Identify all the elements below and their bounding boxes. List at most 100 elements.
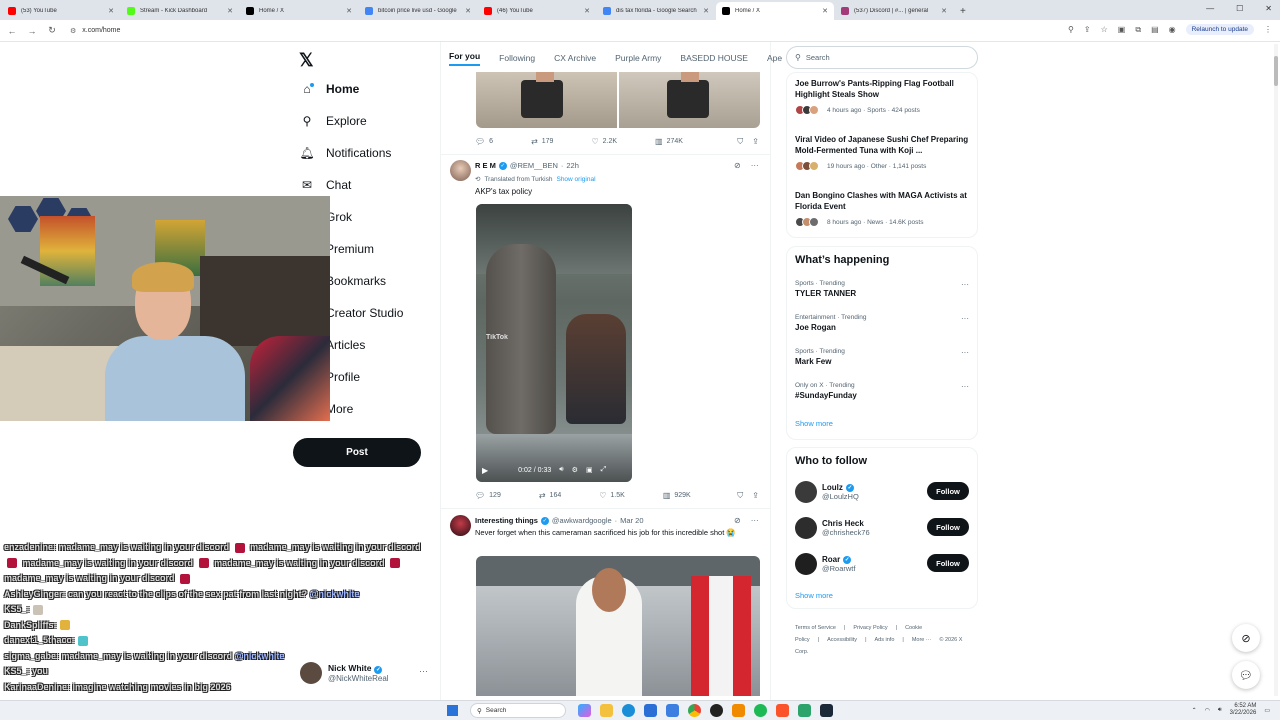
author-name[interactable]: R E M: [475, 161, 496, 170]
show-more-follow[interactable]: Show more: [795, 591, 833, 600]
footer-link[interactable]: Accessibility: [827, 637, 857, 643]
post-button[interactable]: Post: [293, 438, 421, 467]
mail-icon[interactable]: [666, 704, 679, 717]
follow-suggestion[interactable]: Loulz ✓ @LoulzHQ Follow: [795, 479, 973, 505]
browser-tab[interactable]: Stream - Kick Dashboard ✕: [121, 2, 239, 20]
reply-button[interactable]: 💬︎ 129: [475, 491, 501, 500]
trend-item[interactable]: Sports · Trending Mark Few ···: [795, 348, 969, 366]
minimize-icon[interactable]: —: [1206, 4, 1214, 13]
more-icon[interactable]: ···: [961, 348, 969, 357]
obs-icon[interactable]: [710, 704, 723, 717]
news-item[interactable]: Viral Video of Japanese Sushi Chef Prepa…: [795, 134, 975, 171]
tab-purple-army[interactable]: Purple Army: [615, 53, 661, 63]
news-item[interactable]: Joe Burrow's Pants-Ripping Flag Football…: [795, 78, 975, 115]
footer-link[interactable]: Terms of Service: [795, 625, 836, 631]
tweet-video[interactable]: TikTok: [476, 204, 632, 482]
file-explorer-icon[interactable]: [600, 704, 613, 717]
trend-item[interactable]: Only on X · Trending #SundayFunday ···: [795, 382, 969, 400]
trend-item[interactable]: Sports · Trending TYLER TANNER ···: [795, 280, 969, 298]
tab-basedd-house[interactable]: BASEDD HOUSE: [680, 53, 748, 63]
nav-item-explore[interactable]: ⚲ Explore: [300, 114, 367, 128]
tweet-image-left[interactable]: [476, 72, 617, 128]
tab-search-icon[interactable]: ⧉: [1135, 25, 1141, 35]
tab-close-icon[interactable]: ✕: [346, 7, 352, 15]
like-button[interactable]: ♡ 2.2K: [591, 137, 617, 146]
scrollbar[interactable]: [1274, 44, 1278, 696]
more-icon[interactable]: ···: [751, 516, 759, 525]
browser-tab[interactable]: Home / X ✕: [240, 2, 358, 20]
forward-icon[interactable]: →: [24, 26, 40, 36]
repost-button[interactable]: ⇄ 179: [531, 137, 553, 146]
volume-icon[interactable]: 🔊︎: [1218, 707, 1222, 714]
app-icon[interactable]: [798, 704, 811, 717]
tab-following[interactable]: Following: [499, 53, 535, 63]
grok-fab[interactable]: ⊘: [1232, 624, 1260, 652]
tab-close-icon[interactable]: ✕: [822, 7, 828, 15]
like-button[interactable]: ♡ 1.5K: [599, 491, 625, 500]
fullscreen-icon[interactable]: ⤢: [601, 466, 607, 474]
chrome-icon[interactable]: [688, 704, 701, 717]
follow-suggestion[interactable]: Chris Heck @chrisheck76 Follow: [795, 515, 973, 541]
tab-close-icon[interactable]: ✕: [108, 7, 114, 15]
more-icon[interactable]: ···: [961, 314, 969, 323]
wifi-icon[interactable]: ◠: [1205, 707, 1210, 714]
tab-close-icon[interactable]: ✕: [227, 7, 233, 15]
repost-button[interactable]: ⇄ 164: [539, 491, 561, 500]
footer-link[interactable]: More ···: [912, 637, 932, 643]
share-icon[interactable]: ⇪: [752, 137, 759, 147]
nav-item-chat[interactable]: ✉ Chat: [300, 178, 351, 192]
news-item[interactable]: Dan Bongino Clashes with MAGA Activists …: [795, 190, 975, 227]
more-icon[interactable]: ···: [961, 382, 969, 391]
footer-link[interactable]: Privacy Policy: [853, 625, 887, 631]
tab-close-icon[interactable]: ✕: [941, 7, 947, 15]
back-icon[interactable]: ←: [4, 26, 20, 36]
author-name[interactable]: Interesting things: [475, 516, 538, 525]
more-icon[interactable]: ···: [961, 280, 969, 289]
browser-tab[interactable]: dis tax florida - Google Search ✕: [597, 2, 715, 20]
edge-icon[interactable]: [622, 704, 635, 717]
x-logo[interactable]: 𝕏: [299, 50, 314, 71]
browser-tab[interactable]: (46) YouTube ✕: [478, 2, 596, 20]
scrollbar-thumb[interactable]: [1274, 56, 1278, 86]
notification-icon[interactable]: ▭: [1264, 707, 1270, 714]
sidebar-icon[interactable]: ▤: [1151, 25, 1159, 34]
volume-icon[interactable]: 🔊︎: [559, 466, 563, 474]
pip-icon[interactable]: ▣: [586, 466, 593, 474]
share-icon[interactable]: ⇪: [752, 491, 759, 501]
tab-ape[interactable]: Ape: [767, 53, 782, 63]
taskbar-search[interactable]: ⚲ Search: [470, 703, 566, 718]
browser-tab[interactable]: (53) YouTube ✕: [2, 2, 120, 20]
search-input[interactable]: ⚲ Search: [786, 46, 978, 69]
store-icon[interactable]: [644, 704, 657, 717]
author-avatar[interactable]: [450, 160, 471, 181]
author-handle[interactable]: @REM__BEN: [510, 161, 558, 170]
copilot-icon[interactable]: [578, 704, 591, 717]
bookmark-icon[interactable]: ⛉: [737, 137, 743, 147]
star-icon[interactable]: ☆: [1101, 25, 1108, 34]
bookmark-icon[interactable]: ⛉: [737, 491, 743, 501]
follow-button[interactable]: Follow: [927, 518, 969, 536]
show-original-link[interactable]: Show original: [556, 176, 595, 183]
author-handle[interactable]: @awkwardgoogle: [552, 516, 612, 525]
relaunch-button[interactable]: Relaunch to update: [1185, 24, 1254, 35]
tweet-image-right[interactable]: [619, 72, 760, 128]
messages-fab[interactable]: 💬︎: [1232, 661, 1260, 689]
maximize-icon[interactable]: ☐: [1236, 4, 1243, 13]
spotify-icon[interactable]: [754, 704, 767, 717]
views-button[interactable]: ▥ 274K: [655, 137, 683, 146]
grok-icon[interactable]: ⊘: [734, 516, 741, 525]
follow-suggestion[interactable]: Roar ✓ @Roarwtf Follow: [795, 551, 973, 577]
extension-icon[interactable]: ▣: [1118, 25, 1126, 34]
tweet-time[interactable]: Mar 20: [620, 516, 643, 525]
vlc-icon[interactable]: [732, 704, 745, 717]
url-field[interactable]: ⚙ x.com/home: [70, 27, 120, 35]
browser-tab[interactable]: Home / X ✕: [716, 2, 834, 20]
browser-tab[interactable]: bitcoin price live usd - Google ✕: [359, 2, 477, 20]
more-icon[interactable]: ···: [751, 161, 759, 170]
zoom-icon[interactable]: ⚲: [1068, 25, 1074, 34]
close-window-icon[interactable]: ✕: [1265, 4, 1272, 13]
share-icon[interactable]: ⇪: [1084, 25, 1091, 34]
tab-close-icon[interactable]: ✕: [703, 7, 709, 15]
new-tab-icon[interactable]: +: [960, 6, 966, 17]
tray-chevron-icon[interactable]: ⌃: [1192, 707, 1197, 714]
